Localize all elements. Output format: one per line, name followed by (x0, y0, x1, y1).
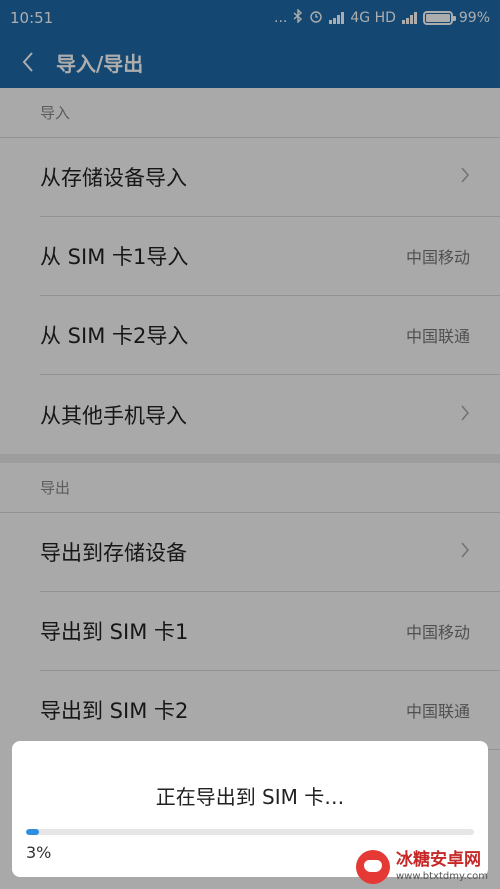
progress-percent: 3% (26, 843, 52, 862)
watermark-title: 冰糖安卓网 (396, 850, 481, 870)
watermark-logo-icon (356, 850, 390, 884)
progress-bar-fill (26, 829, 40, 835)
watermark-url: www.btxtdmy.com (396, 871, 489, 882)
progress-bar (26, 829, 474, 835)
watermark-text: 冰糖安卓网 www.btxtdmy.com (396, 852, 488, 882)
site-watermark: 冰糖安卓网 www.btxtdmy.com (356, 847, 496, 887)
dialog-message: 正在导出到 SIM 卡… (155, 785, 345, 809)
